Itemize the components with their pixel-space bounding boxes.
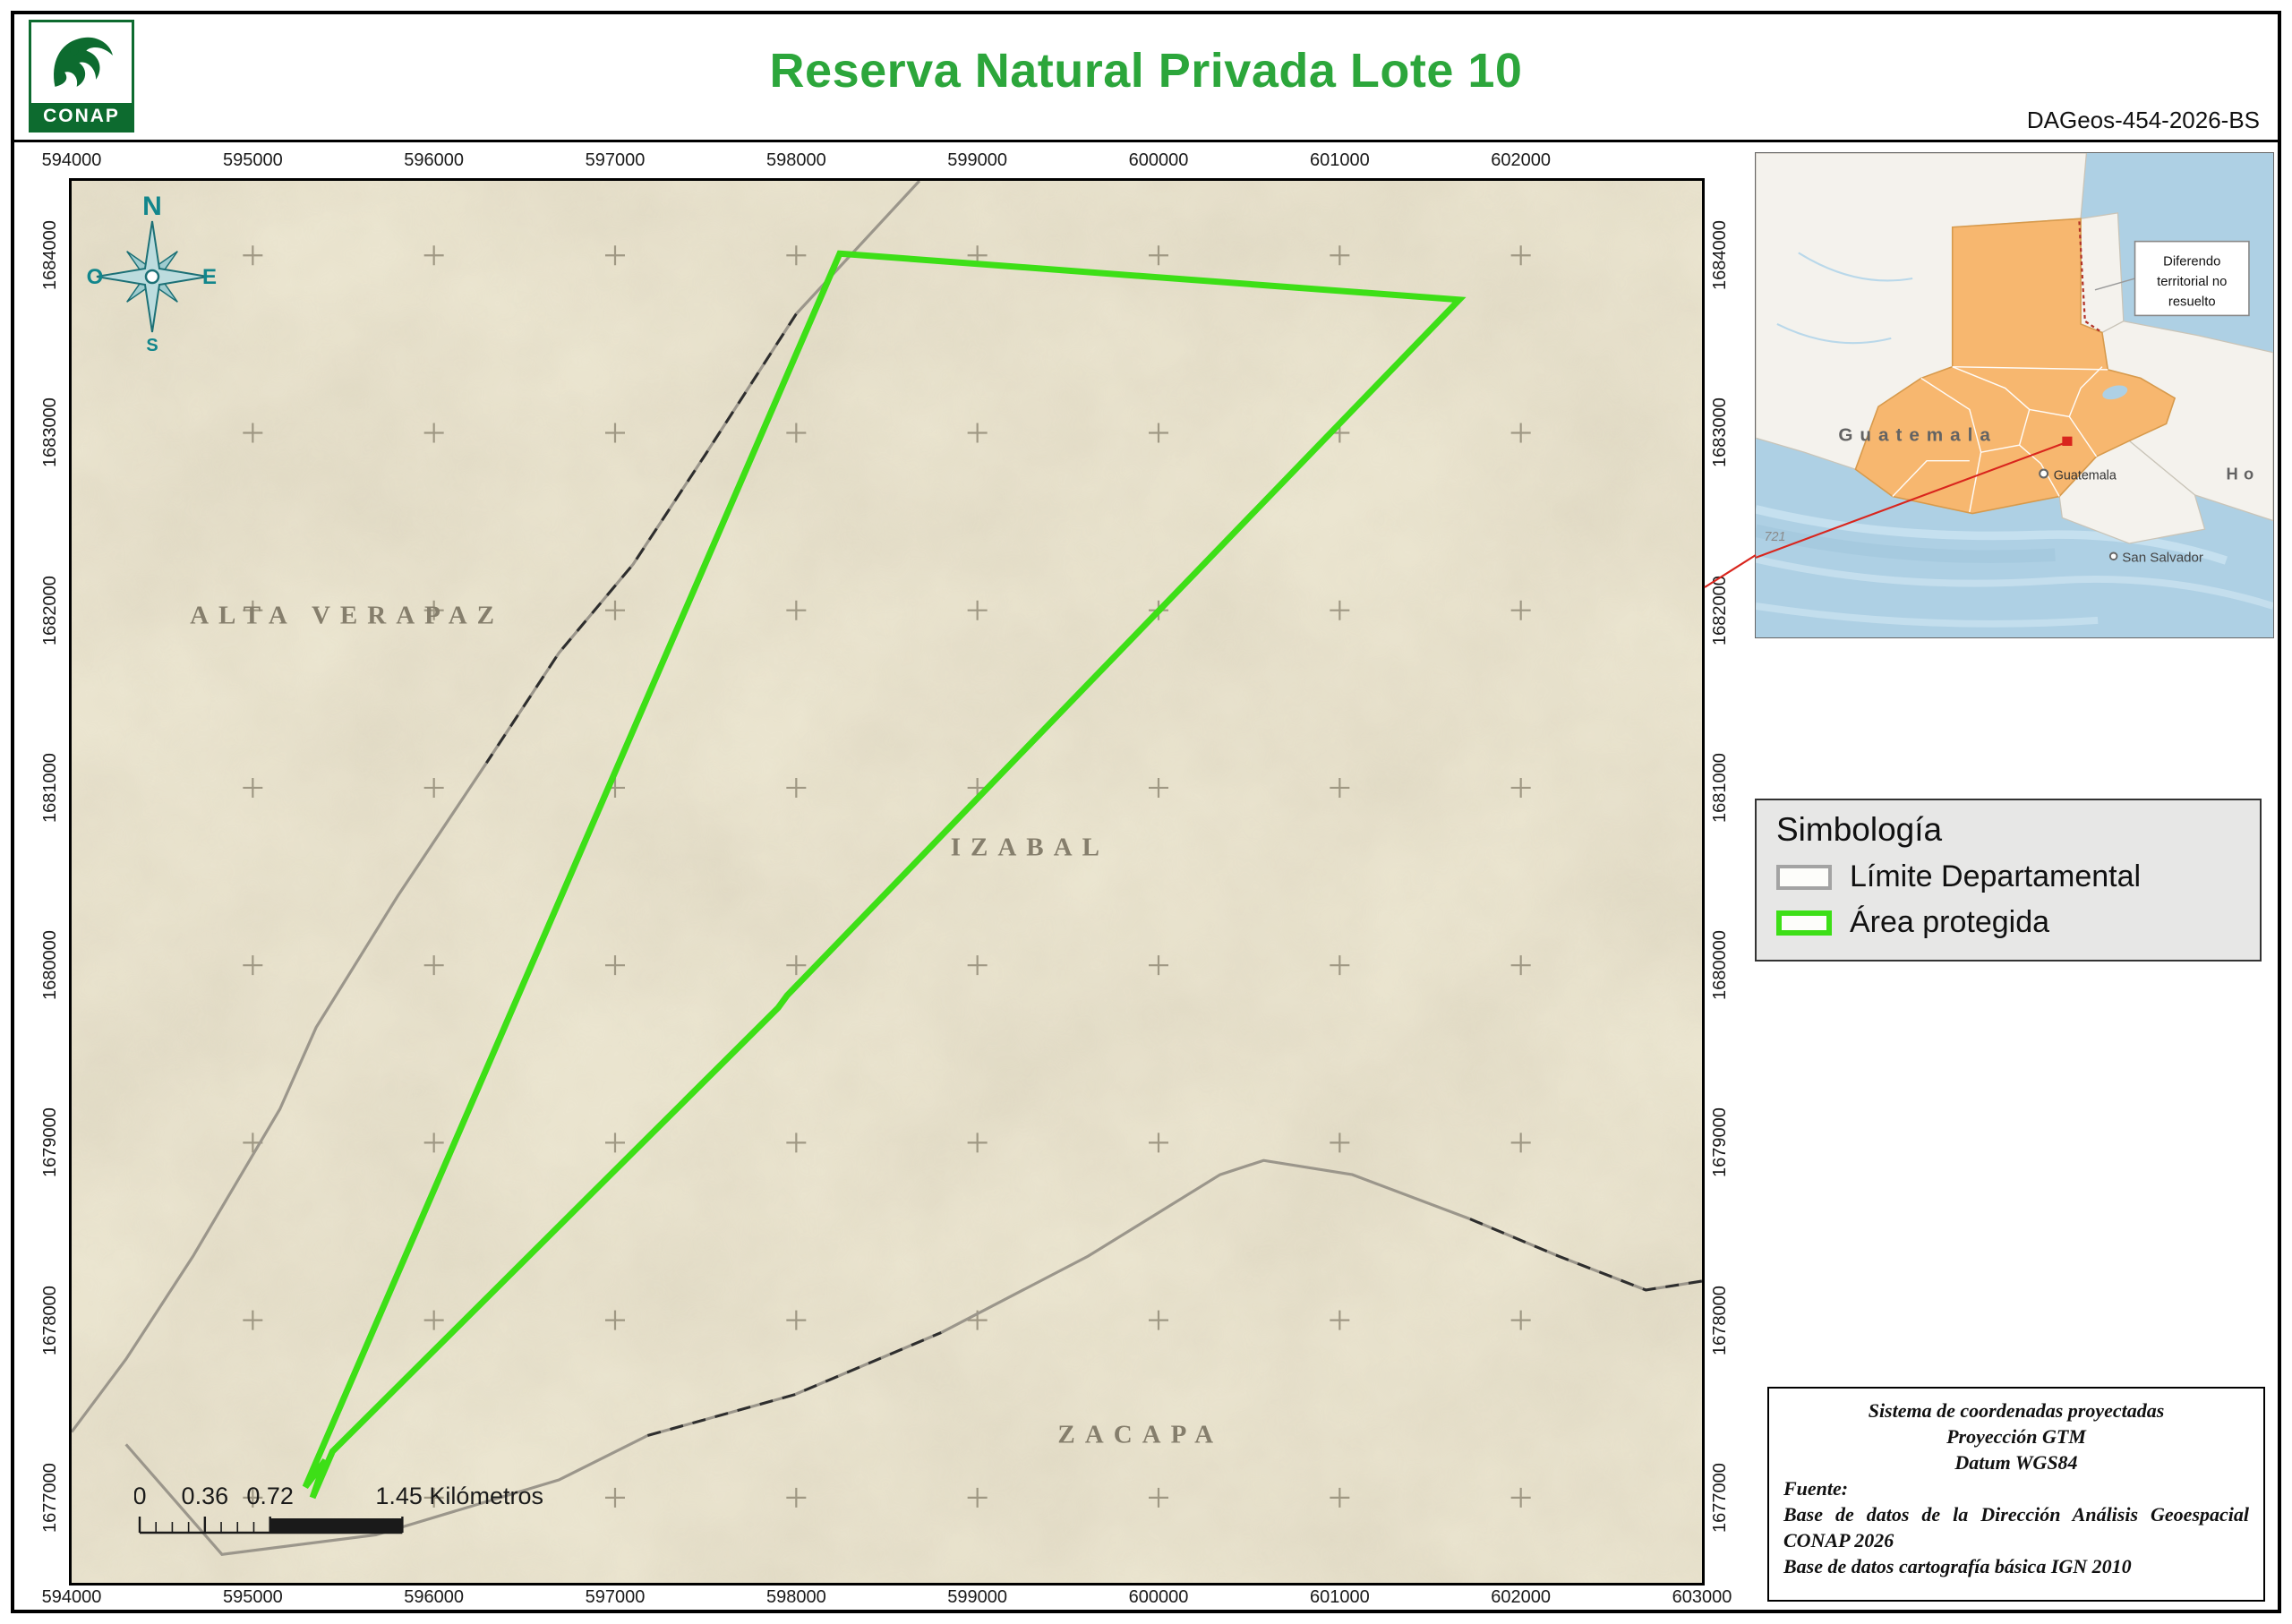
grid-x-label: 599000 bbox=[947, 1587, 1008, 1607]
grid-y-label: 1679000 bbox=[40, 1107, 60, 1178]
grid-y-label: 1680000 bbox=[40, 930, 60, 1001]
grid-y-label: 1684000 bbox=[1710, 220, 1730, 291]
grid-y-label: 1680000 bbox=[1710, 930, 1730, 1001]
compass-center bbox=[144, 269, 160, 285]
grid-x-label: 597000 bbox=[585, 150, 646, 170]
legend-item-departmental-limit: Límite Departamental bbox=[1776, 859, 2240, 894]
svg-text:1.45 Kilómetros: 1.45 Kilómetros bbox=[375, 1483, 543, 1509]
grid-x-label: 598000 bbox=[765, 1587, 826, 1607]
map-canvas: N O E S ALTA VERAPAZ IZABAL ZACAPA 0 0.36 0.… bbox=[69, 178, 1705, 1586]
department-label: IZABAL bbox=[950, 833, 1109, 862]
grid-x-label: 595000 bbox=[222, 150, 283, 170]
protected-area-swatch bbox=[1776, 910, 1832, 936]
departmental-limit-swatch bbox=[1776, 864, 1832, 890]
grid-y-label: 1681000 bbox=[1710, 753, 1730, 823]
grid-y-label: 1682000 bbox=[40, 575, 60, 645]
grid-x-label: 600000 bbox=[1128, 150, 1189, 170]
callout-line2: territorial no bbox=[2157, 275, 2227, 289]
road-ref-label: 721 bbox=[1765, 530, 1786, 544]
country-label: Guatemala bbox=[1838, 424, 1997, 445]
capital-city-dot bbox=[2039, 468, 2049, 479]
grid-y-label: 1682000 bbox=[1710, 575, 1730, 645]
grid-x-label: 601000 bbox=[1309, 150, 1370, 170]
compass-north-label: N bbox=[142, 192, 162, 221]
grid-y-label: 1678000 bbox=[1710, 1285, 1730, 1355]
grid-x-label: 594000 bbox=[41, 1587, 102, 1607]
svg-text:0: 0 bbox=[134, 1483, 147, 1509]
coordinate-axis-top: 594000 595000 596000 597000 598000 599000 6000… bbox=[42, 150, 1702, 174]
compass-south-label: S bbox=[146, 336, 158, 355]
credits-projection: Proyección GTM bbox=[1946, 1425, 2086, 1449]
credits-source-1: Base de datos de la Dirección Análisis G… bbox=[1783, 1503, 2249, 1552]
grid-y-label: 1684000 bbox=[40, 220, 60, 291]
credits-source-2: Base de datos cartografía básica IGN 201… bbox=[1783, 1555, 2132, 1578]
grid-y-label: 1678000 bbox=[40, 1285, 60, 1355]
legend-label-protected-area: Área protegida bbox=[1850, 905, 2050, 939]
credits-box: Sistema de coordenadas proyectadas Proye… bbox=[1767, 1387, 2265, 1602]
grid-x-label: 595000 bbox=[222, 1587, 283, 1607]
legend-label-departmental-limit: Límite Departamental bbox=[1850, 859, 2142, 893]
grid-x-label: 603000 bbox=[1672, 1587, 1732, 1607]
conap-wordmark: CONAP bbox=[31, 103, 132, 130]
credits-datum: Datum WGS84 bbox=[1954, 1451, 2078, 1474]
svg-text:0.72: 0.72 bbox=[246, 1483, 294, 1509]
legend-item-protected-area: Área protegida bbox=[1776, 905, 2240, 940]
legend: Simbología Límite Departamental Área pro… bbox=[1755, 799, 2262, 962]
callout-line3: resuelto bbox=[2168, 295, 2216, 309]
compass-east-label: E bbox=[202, 265, 217, 289]
grid-x-label: 594000 bbox=[41, 150, 102, 170]
grid-y-label: 1677000 bbox=[1710, 1462, 1730, 1533]
grid-x-label: 596000 bbox=[404, 1587, 465, 1607]
grid-x-label: 597000 bbox=[585, 1587, 646, 1607]
grid-x-label: 596000 bbox=[404, 150, 465, 170]
legend-title: Simbología bbox=[1776, 811, 1943, 848]
page-title: Reserva Natural Privada Lote 10 bbox=[769, 44, 1523, 98]
grid-y-label: 1683000 bbox=[40, 397, 60, 468]
svg-text:0.36: 0.36 bbox=[182, 1483, 229, 1509]
document-code: DAGeos-454-2026-BS bbox=[2026, 107, 2260, 133]
department-label: ZACAPA bbox=[1057, 1420, 1224, 1449]
grid-x-label: 598000 bbox=[765, 150, 826, 170]
scale-bar: 0 0.36 0.72 1.45 Kilómetros bbox=[134, 1483, 543, 1534]
credits-source-label: Fuente: bbox=[1783, 1477, 1849, 1500]
terrain-texture-fine bbox=[72, 181, 1702, 1583]
grid-x-label: 601000 bbox=[1309, 1587, 1370, 1607]
compass-rose: N O E S bbox=[87, 192, 217, 355]
map-region: 594000 595000 596000 597000 598000 599000 6000… bbox=[40, 150, 1732, 1607]
inset-locator-map: Diferendo territorial no resuelto Guatem… bbox=[1755, 152, 2274, 638]
department-label: ALTA VERAPAZ bbox=[190, 601, 504, 630]
grid-y-label: 1681000 bbox=[40, 753, 60, 823]
belize-landmass bbox=[2080, 212, 2125, 334]
coordinate-axis-right: 1684000 1683000 1682000 1681000 1680000 16790… bbox=[1708, 181, 1735, 1583]
callout-line1: Diferendo bbox=[2163, 255, 2220, 269]
page-frame: CONAP Reserva Natural Privada Lote 10 DA… bbox=[11, 11, 2281, 1613]
grid-x-label: 599000 bbox=[947, 150, 1008, 170]
compass-west-label: O bbox=[87, 265, 104, 289]
credits-coord-system: Sistema de coordenadas proyectadas bbox=[1868, 1399, 2165, 1422]
grid-x-label: 602000 bbox=[1491, 150, 1552, 170]
reserve-location-marker bbox=[2062, 436, 2073, 446]
san-salvador-dot bbox=[2108, 551, 2118, 561]
grid-x-label: 602000 bbox=[1491, 1587, 1552, 1607]
honduras-label: Ho bbox=[2226, 464, 2259, 483]
coordinate-axis-bottom: 594000 595000 596000 597000 598000 599000 6000… bbox=[42, 1587, 1732, 1611]
grid-y-label: 1683000 bbox=[1710, 397, 1730, 468]
header: CONAP Reserva Natural Privada Lote 10 DA… bbox=[14, 14, 2278, 142]
grid-x-label: 600000 bbox=[1128, 1587, 1189, 1607]
topographic-map bbox=[72, 181, 1702, 1583]
san-salvador-label: San Salvador bbox=[2122, 551, 2203, 566]
coordinate-axis-left: 1684000 1683000 1682000 1681000 1680000 16790… bbox=[38, 181, 65, 1583]
grid-y-label: 1679000 bbox=[1710, 1107, 1730, 1178]
grid-y-label: 1677000 bbox=[40, 1462, 60, 1533]
capital-city-label: Guatemala bbox=[2054, 468, 2117, 483]
